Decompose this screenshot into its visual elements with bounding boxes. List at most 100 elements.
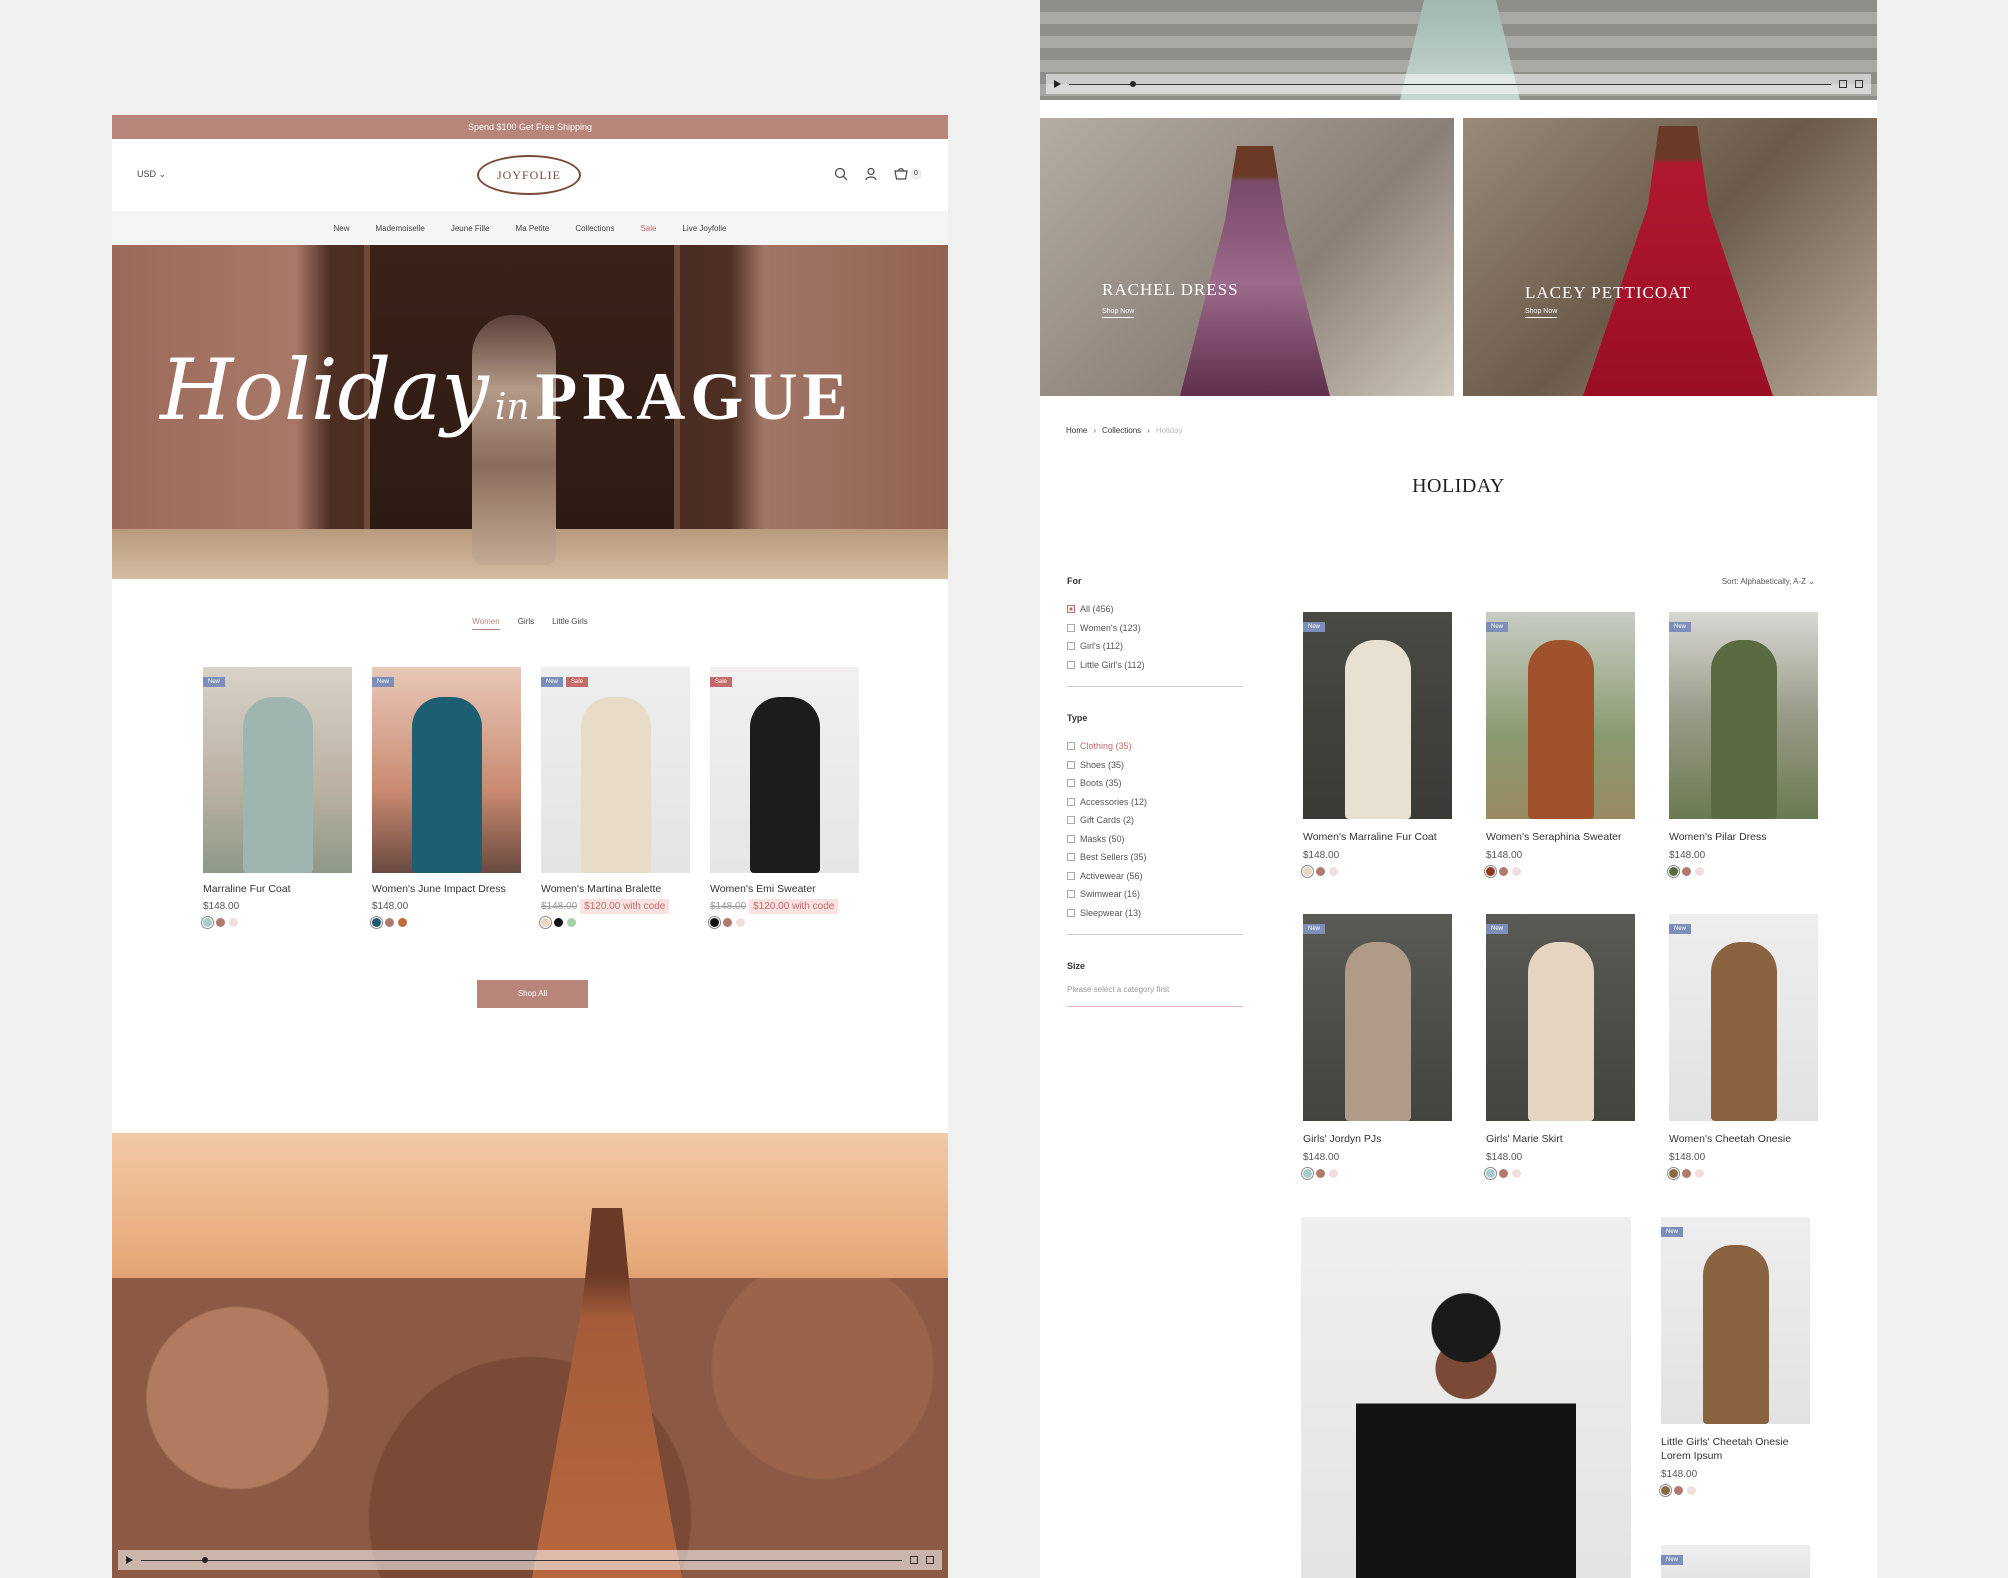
color-swatch[interactable]: [372, 918, 381, 927]
product-name[interactable]: Women's Pilar Dress: [1669, 830, 1818, 844]
color-swatch[interactable]: [1486, 1169, 1495, 1178]
color-swatch[interactable]: [1512, 1169, 1521, 1178]
color-swatch[interactable]: [736, 918, 745, 927]
product-name[interactable]: Girls' Jordyn PJs: [1303, 1132, 1452, 1146]
filter-option[interactable]: Girl's (112): [1067, 637, 1243, 656]
product-card[interactable]: New: [1661, 1545, 1810, 1578]
color-swatch[interactable]: [1669, 867, 1678, 876]
nav-item-mademoiselle[interactable]: Mademoiselle: [375, 224, 424, 233]
tab-little-girls[interactable]: Little Girls: [552, 617, 588, 630]
filter-option[interactable]: Activewear (56): [1067, 867, 1243, 886]
color-swatch[interactable]: [1695, 867, 1704, 876]
nav-item-live-joyfolie[interactable]: Live Joyfolie: [682, 224, 726, 233]
product-card[interactable]: Sale Women's Emi Sweater $148.00 $120.00 wi…: [710, 667, 859, 927]
color-swatch[interactable]: [1682, 1169, 1691, 1178]
color-swatch[interactable]: [216, 918, 225, 927]
product-card[interactable]: New Women's Seraphina Sweater $148.00: [1486, 612, 1635, 876]
color-swatch[interactable]: [1669, 1169, 1678, 1178]
color-swatch[interactable]: [1316, 867, 1325, 876]
filter-checkbox[interactable]: [1067, 779, 1075, 788]
filter-checkbox[interactable]: [1067, 908, 1075, 917]
product-card[interactable]: New Women's June Impact Dress $148.00: [372, 667, 521, 927]
filter-checkbox[interactable]: [1067, 834, 1075, 843]
nav-item-jeune-fille[interactable]: Jeune Fille: [451, 224, 490, 233]
nav-item-new[interactable]: New: [333, 224, 349, 233]
filter-checkbox[interactable]: [1067, 816, 1075, 825]
color-swatch[interactable]: [1303, 1169, 1312, 1178]
play-icon[interactable]: [126, 1556, 133, 1564]
product-name[interactable]: Women's Cheetah Onesie: [1669, 1132, 1818, 1146]
filter-checkbox[interactable]: [1067, 642, 1075, 651]
site-logo[interactable]: JOYFOLIE: [477, 155, 581, 195]
color-swatch[interactable]: [1499, 867, 1508, 876]
filter-checkbox[interactable]: [1067, 623, 1075, 632]
color-swatch[interactable]: [1695, 1169, 1704, 1178]
video-progress-handle[interactable]: [201, 1556, 208, 1563]
product-card[interactable]: New Marraline Fur Coat $148.00: [203, 667, 352, 927]
product-image[interactable]: New: [1486, 612, 1635, 819]
volume-icon[interactable]: [1839, 80, 1847, 88]
filter-option[interactable]: Gift Cards (2): [1067, 811, 1243, 830]
product-image[interactable]: New: [1303, 612, 1452, 819]
filter-option[interactable]: Best Sellers (35): [1067, 848, 1243, 867]
product-card[interactable]: New Girls' Jordyn PJs $148.00: [1303, 914, 1452, 1178]
filter-checkbox[interactable]: [1067, 853, 1075, 862]
search-icon[interactable]: [834, 167, 848, 181]
color-swatch[interactable]: [1329, 1169, 1338, 1178]
banner-shop-link[interactable]: Shop Now: [1102, 308, 1135, 318]
featured-product-image[interactable]: [1301, 1217, 1631, 1578]
product-image[interactable]: New: [1669, 914, 1818, 1121]
color-swatch[interactable]: [1674, 1486, 1683, 1495]
filter-checkbox[interactable]: [1067, 742, 1075, 751]
tab-women[interactable]: Women: [472, 617, 500, 630]
product-card[interactable]: New Girls' Marie Skirt $148.00: [1486, 914, 1635, 1178]
collection-video[interactable]: [1040, 0, 1877, 100]
color-swatch[interactable]: [1486, 867, 1495, 876]
filter-checkbox[interactable]: [1067, 871, 1075, 880]
product-card[interactable]: New Women's Marraline Fur Coat $148.00: [1303, 612, 1452, 876]
product-image[interactable]: New Sale: [541, 667, 690, 873]
play-icon[interactable]: [1054, 80, 1061, 88]
color-swatch[interactable]: [1329, 867, 1338, 876]
sort-dropdown[interactable]: Sort: Alphabetically, A-Z ⌄: [1722, 577, 1815, 586]
color-swatch[interactable]: [1687, 1486, 1696, 1495]
filter-option[interactable]: Little Girl's (112): [1067, 656, 1243, 675]
currency-selector[interactable]: USD ⌄: [137, 169, 166, 180]
filter-checkbox[interactable]: [1067, 660, 1075, 669]
volume-icon[interactable]: [910, 1556, 918, 1564]
lifestyle-video[interactable]: [112, 1133, 948, 1578]
color-swatch[interactable]: [1499, 1169, 1508, 1178]
product-image[interactable]: New: [1486, 914, 1635, 1121]
color-swatch[interactable]: [203, 918, 212, 927]
account-icon[interactable]: [864, 167, 878, 181]
product-name[interactable]: Girls' Marie Skirt: [1486, 1132, 1635, 1146]
color-swatch[interactable]: [710, 918, 719, 927]
color-swatch[interactable]: [723, 918, 732, 927]
color-swatch[interactable]: [554, 918, 563, 927]
breadcrumb-home[interactable]: Home: [1066, 426, 1087, 435]
filter-option[interactable]: All (456): [1067, 600, 1243, 619]
color-swatch[interactable]: [1316, 1169, 1325, 1178]
video-progress-track[interactable]: [141, 1556, 902, 1563]
filter-option[interactable]: Accessories (12): [1067, 793, 1243, 812]
product-name[interactable]: Little Girls' Cheetah Onesie Lorem Ipsum: [1661, 1435, 1810, 1463]
color-swatch[interactable]: [1512, 867, 1521, 876]
product-image[interactable]: New: [372, 667, 521, 873]
color-swatch[interactable]: [541, 918, 550, 927]
color-swatch[interactable]: [229, 918, 238, 927]
shop-all-button[interactable]: Shop All: [477, 980, 588, 1008]
filter-option[interactable]: Clothing (35): [1067, 737, 1243, 756]
filter-checkbox[interactable]: [1067, 760, 1075, 769]
promo-banner[interactable]: Spend $100 Get Free Shipping: [112, 115, 948, 139]
product-name[interactable]: Women's June Impact Dress: [372, 883, 521, 895]
product-image[interactable]: New: [1661, 1217, 1810, 1424]
color-swatch[interactable]: [398, 918, 407, 927]
filter-checkbox[interactable]: [1067, 797, 1075, 806]
product-name[interactable]: Women's Martina Bralette: [541, 883, 690, 895]
filter-option[interactable]: Shoes (35): [1067, 756, 1243, 775]
color-swatch[interactable]: [1682, 867, 1691, 876]
product-image[interactable]: New: [1669, 612, 1818, 819]
nav-item-collections[interactable]: Collections: [575, 224, 614, 233]
fullscreen-icon[interactable]: [1855, 80, 1863, 88]
color-swatch[interactable]: [567, 918, 576, 927]
